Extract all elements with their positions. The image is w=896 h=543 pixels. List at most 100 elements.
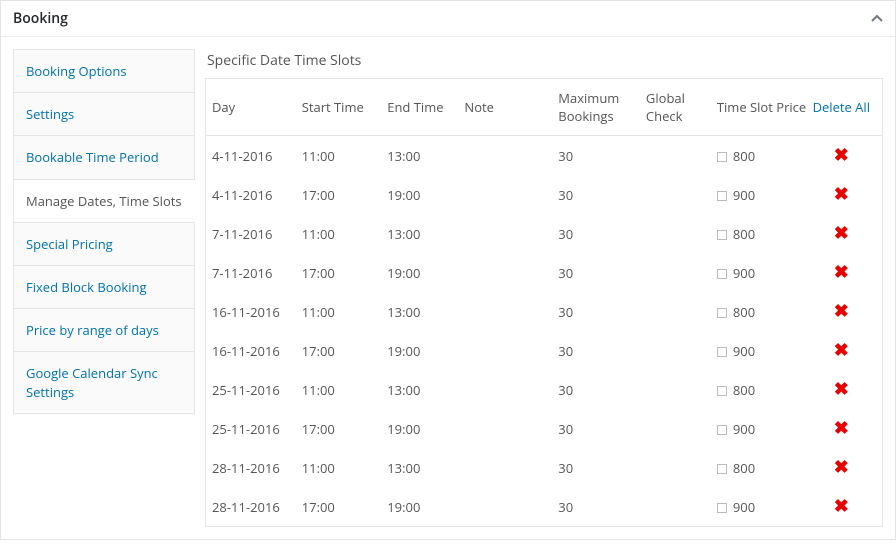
cell-day: 25-11-2016 (206, 409, 296, 448)
price-checkbox[interactable] (717, 503, 727, 513)
delete-row-button[interactable]: ✖ (834, 302, 849, 320)
cell-price: 800 (711, 448, 801, 487)
cell-start: 11:00 (296, 214, 382, 253)
delete-row-button[interactable]: ✖ (834, 341, 849, 359)
delete-row-button[interactable]: ✖ (834, 497, 849, 515)
sidebar-tab-7[interactable]: Google Calendar Sync Settings (14, 352, 194, 412)
price-value: 800 (733, 303, 755, 321)
table-row: 4-11-201617:0019:0030900✖ (206, 175, 882, 214)
cell-delete: ✖ (801, 214, 882, 253)
delete-row-button[interactable]: ✖ (834, 419, 849, 437)
cell-start: 17:00 (296, 487, 382, 526)
price-checkbox[interactable] (717, 347, 727, 357)
cell-price: 800 (711, 214, 801, 253)
sidebar-tab-0[interactable]: Booking Options (14, 50, 194, 93)
collapse-toggle[interactable] (871, 13, 883, 25)
cell-max: 30 (552, 370, 640, 409)
cell-max: 30 (552, 292, 640, 331)
price-checkbox[interactable] (717, 425, 727, 435)
cell-note (458, 253, 552, 292)
cell-start: 17:00 (296, 175, 382, 214)
cell-max: 30 (552, 253, 640, 292)
content-area: Specific Date Time Slots Day Start Time … (205, 49, 883, 527)
col-max: Maximum Bookings (552, 79, 640, 136)
sidebar-tabs: Booking OptionsSettingsBookable Time Per… (13, 49, 195, 414)
metabox-body: Booking OptionsSettingsBookable Time Per… (1, 37, 895, 539)
cell-end: 19:00 (381, 175, 458, 214)
timeslot-table: Day Start Time End Time Note Maximum Boo… (206, 79, 882, 526)
cell-max: 30 (552, 409, 640, 448)
sidebar-tab-5[interactable]: Fixed Block Booking (14, 266, 194, 309)
price-checkbox[interactable] (717, 464, 727, 474)
table-row: 7-11-201617:0019:0030900✖ (206, 253, 882, 292)
cell-note (458, 175, 552, 214)
col-end: End Time (381, 79, 458, 136)
cell-note (458, 487, 552, 526)
delete-row-button[interactable]: ✖ (834, 380, 849, 398)
cell-global (640, 175, 711, 214)
cell-delete: ✖ (801, 253, 882, 292)
cell-start: 11:00 (296, 370, 382, 409)
table-row: 25-11-201611:0013:0030800✖ (206, 370, 882, 409)
delete-row-button[interactable]: ✖ (834, 146, 849, 164)
sidebar-tab-6[interactable]: Price by range of days (14, 309, 194, 352)
cell-global (640, 409, 711, 448)
cell-global (640, 136, 711, 176)
cell-start: 11:00 (296, 448, 382, 487)
cell-note (458, 331, 552, 370)
cell-end: 13:00 (381, 292, 458, 331)
price-checkbox[interactable] (717, 191, 727, 201)
cell-end: 19:00 (381, 253, 458, 292)
cell-delete: ✖ (801, 487, 882, 526)
cell-day: 4-11-2016 (206, 136, 296, 176)
metabox-title: Booking (13, 9, 68, 28)
table-row: 16-11-201617:0019:0030900✖ (206, 331, 882, 370)
delete-row-button[interactable]: ✖ (834, 458, 849, 476)
cell-end: 19:00 (381, 409, 458, 448)
cell-delete: ✖ (801, 292, 882, 331)
cell-delete: ✖ (801, 136, 882, 176)
cell-end: 13:00 (381, 214, 458, 253)
price-checkbox[interactable] (717, 308, 727, 318)
chevron-up-icon (871, 13, 883, 25)
price-checkbox[interactable] (717, 230, 727, 240)
cell-note (458, 214, 552, 253)
table-header-row: Day Start Time End Time Note Maximum Boo… (206, 79, 882, 136)
cell-start: 17:00 (296, 331, 382, 370)
price-checkbox[interactable] (717, 152, 727, 162)
cell-day: 7-11-2016 (206, 253, 296, 292)
cell-price: 800 (711, 136, 801, 176)
cell-day: 25-11-2016 (206, 370, 296, 409)
price-checkbox[interactable] (717, 386, 727, 396)
sidebar-tab-2[interactable]: Bookable Time Period (14, 136, 194, 179)
cell-day: 16-11-2016 (206, 331, 296, 370)
cell-note (458, 448, 552, 487)
delete-all-button[interactable]: Delete All (801, 79, 882, 136)
delete-row-button[interactable]: ✖ (834, 224, 849, 242)
price-value: 900 (733, 498, 755, 516)
price-value: 800 (733, 459, 755, 477)
sidebar-tab-4[interactable]: Special Pricing (14, 223, 194, 266)
cell-max: 30 (552, 136, 640, 176)
price-value: 900 (733, 342, 755, 360)
delete-row-button[interactable]: ✖ (834, 263, 849, 281)
col-start: Start Time (296, 79, 382, 136)
cell-note (458, 409, 552, 448)
price-value: 800 (733, 147, 755, 165)
section-title: Specific Date Time Slots (205, 49, 883, 70)
cell-day: 28-11-2016 (206, 448, 296, 487)
col-note: Note (458, 79, 552, 136)
cell-global (640, 370, 711, 409)
sidebar-tab-1[interactable]: Settings (14, 93, 194, 136)
cell-end: 19:00 (381, 331, 458, 370)
sidebar-tab-3[interactable]: Manage Dates, Time Slots (14, 180, 195, 223)
col-global: Global Check (640, 79, 711, 136)
table-row: 28-11-201617:0019:0030900✖ (206, 487, 882, 526)
cell-price: 900 (711, 175, 801, 214)
delete-row-button[interactable]: ✖ (834, 185, 849, 203)
cell-day: 7-11-2016 (206, 214, 296, 253)
table-row: 16-11-201611:0013:0030800✖ (206, 292, 882, 331)
price-checkbox[interactable] (717, 269, 727, 279)
cell-global (640, 448, 711, 487)
cell-max: 30 (552, 448, 640, 487)
